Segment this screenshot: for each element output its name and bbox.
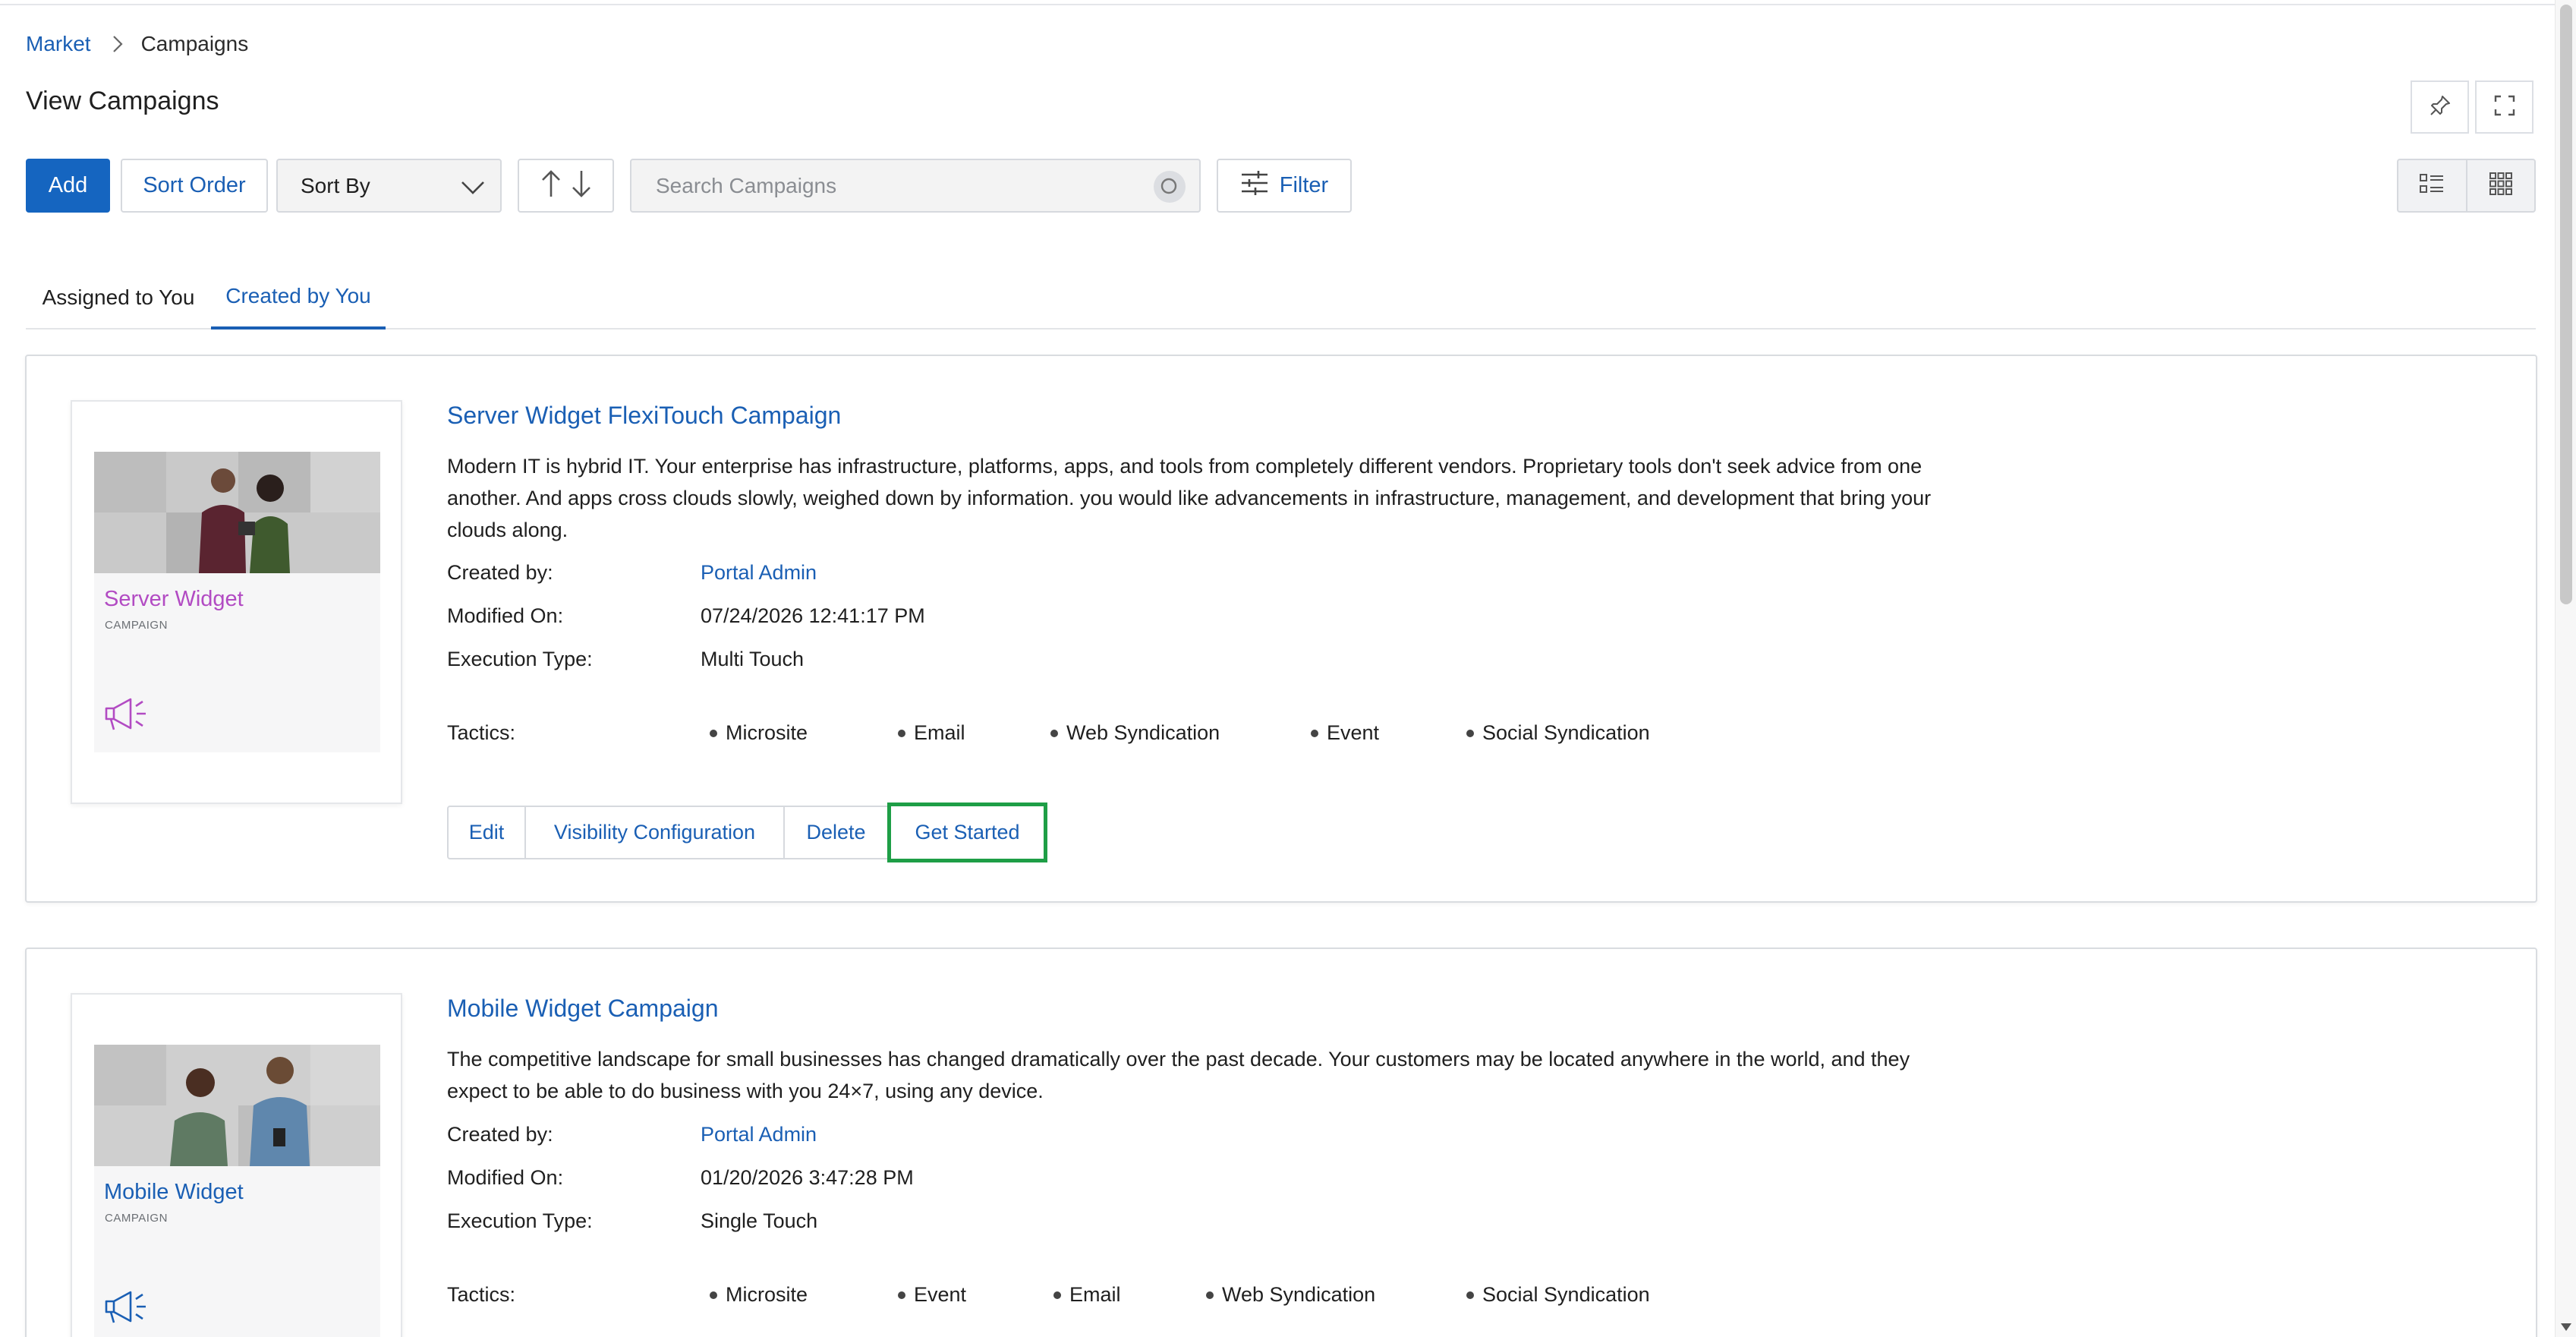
scrollbar-thumb[interactable] — [2560, 5, 2572, 604]
breadcrumb-current: Campaigns — [140, 32, 249, 55]
thumbnail-title: Mobile Widget — [104, 1180, 244, 1204]
search-icon[interactable] — [1154, 171, 1186, 203]
tactics-label: Tactics: — [447, 721, 516, 744]
modified-on-label: Modified On: — [447, 1166, 564, 1189]
sort-order-button[interactable]: Sort Order — [121, 159, 268, 213]
arrow-down-icon — [572, 169, 591, 202]
list-view-icon — [2419, 173, 2445, 198]
add-button[interactable]: Add — [26, 159, 110, 213]
tactics-label: Tactics: — [447, 1283, 516, 1306]
execution-type-value: Single Touch — [701, 1209, 818, 1232]
arrow-up-icon — [541, 169, 561, 202]
campaign-description: Modern IT is hybrid IT. Your enterprise … — [447, 455, 1932, 541]
tactic-item: Microsite — [710, 721, 808, 745]
tactic-item: Event — [898, 1283, 966, 1307]
tactic-item: Web Syndication — [1206, 1283, 1375, 1307]
campaign-photo — [94, 452, 380, 573]
breadcrumb-market-link[interactable]: Market — [26, 32, 91, 56]
tactic-item: Event — [1311, 721, 1379, 745]
filter-label: Filter — [1279, 173, 1329, 197]
execution-type-value: Multi Touch — [701, 648, 805, 670]
campaign-thumbnail[interactable]: Server Widget CAMPAIGN — [71, 400, 402, 804]
fullscreen-button[interactable] — [2475, 80, 2533, 134]
campaign-title-link[interactable]: Server Widget FlexiTouch Campaign — [447, 402, 841, 430]
thumbnail-subtitle: CAMPAIGN — [105, 619, 168, 632]
execution-type-label: Execution Type: — [447, 1209, 593, 1232]
pin-icon — [2429, 94, 2452, 121]
campaign-card: Mobile Widget CAMPAIGN Mobile Widget Cam… — [25, 948, 2537, 1337]
modified-on-label: Modified On: — [447, 604, 564, 627]
get-started-button[interactable]: Get Started — [887, 803, 1047, 862]
page-scrollbar[interactable] — [2555, 0, 2576, 1337]
tab-created-by-you[interactable]: Created by You — [211, 266, 386, 330]
chevron-down-icon — [461, 177, 485, 201]
execution-type-label: Execution Type: — [447, 648, 593, 670]
created-by-label: Created by: — [447, 561, 553, 584]
breadcrumb: Market Campaigns — [26, 29, 248, 59]
list-view-button[interactable] — [2398, 160, 2467, 211]
edit-button[interactable]: Edit — [447, 806, 526, 859]
megaphone-icon — [103, 696, 149, 735]
tab-assigned-to-you[interactable]: Assigned to You — [26, 266, 211, 330]
grid-view-button[interactable] — [2467, 160, 2535, 211]
grid-view-icon — [2489, 172, 2513, 200]
campaign-card: Server Widget CAMPAIGN Server Widget Fle… — [25, 355, 2537, 903]
sort-direction-button[interactable] — [518, 159, 614, 213]
megaphone-icon — [103, 1289, 149, 1328]
modified-on-value: 01/20/2026 3:47:28 PM — [701, 1166, 914, 1189]
tactic-item: Email — [898, 721, 965, 745]
campaign-description: The competitive landscape for small busi… — [447, 1048, 1910, 1102]
campaign-title-link[interactable]: Mobile Widget Campaign — [447, 995, 719, 1023]
campaign-thumbnail[interactable]: Mobile Widget CAMPAIGN — [71, 993, 402, 1337]
view-toggle — [2397, 159, 2536, 213]
sort-by-select[interactable]: Sort By — [276, 159, 502, 213]
tactic-item: Web Syndication — [1050, 721, 1220, 745]
tactic-item: Social Syndication — [1466, 721, 1650, 745]
sort-by-value: Sort By — [301, 173, 370, 197]
top-border — [0, 0, 2555, 5]
created-by-link[interactable]: Portal Admin — [701, 1123, 817, 1146]
tactic-item: Email — [1053, 1283, 1121, 1307]
search-input[interactable] — [633, 162, 1134, 210]
visibility-configuration-button[interactable]: Visibility Configuration — [524, 806, 785, 859]
campaign-actions: Edit Visibility Configuration Delete Get… — [447, 803, 1047, 862]
sliders-icon — [1240, 170, 1269, 202]
campaign-photo — [94, 1045, 380, 1166]
chevron-right-icon — [112, 35, 123, 53]
pin-button[interactable] — [2411, 80, 2469, 134]
created-by-link[interactable]: Portal Admin — [701, 561, 817, 585]
tactic-item: Social Syndication — [1466, 1283, 1650, 1307]
delete-button[interactable]: Delete — [783, 806, 889, 859]
modified-on-value: 07/24/2026 12:41:17 PM — [701, 604, 925, 627]
page-title: View Campaigns — [26, 87, 219, 115]
fullscreen-icon — [2493, 94, 2516, 121]
thumbnail-title: Server Widget — [104, 587, 244, 611]
created-by-label: Created by: — [447, 1123, 553, 1146]
search-box — [630, 159, 1201, 213]
filter-button[interactable]: Filter — [1217, 159, 1352, 213]
tactic-item: Microsite — [710, 1283, 808, 1307]
scroll-down-arrow-icon[interactable] — [2561, 1323, 2571, 1331]
tab-bar: Assigned to You Created by You — [26, 266, 2536, 330]
thumbnail-subtitle: CAMPAIGN — [105, 1212, 168, 1225]
